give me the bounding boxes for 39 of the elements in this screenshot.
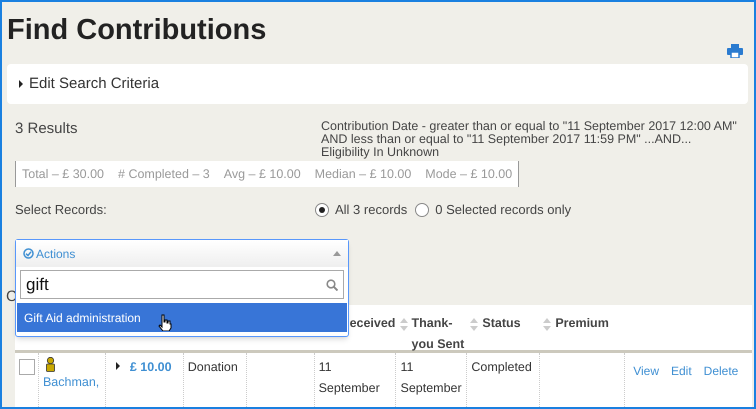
search-field[interactable]: gift	[20, 270, 344, 299]
actions-dropdown[interactable]: Actions	[16, 240, 348, 267]
select-records-label: Select Records:	[15, 201, 108, 220]
summary-stat: Mode – £ 10.00	[425, 166, 512, 183]
caret-icon	[19, 80, 23, 88]
table-cell: Donation	[188, 360, 238, 374]
radio-label: All 3 records	[335, 201, 408, 220]
caret-up-icon	[333, 251, 341, 256]
results-count: 3 Results	[15, 119, 78, 139]
radio-button[interactable]	[315, 203, 329, 217]
table-cell-text: 11 September	[400, 359, 460, 397]
column-header[interactable]: Status	[482, 313, 521, 334]
page-title: Find Contributions	[7, 13, 266, 48]
summary-stat: Avg – £ 10.00	[224, 166, 301, 183]
search-icon	[326, 278, 338, 290]
contact-link[interactable]: Bachman,	[42, 372, 105, 393]
radio-label: 0 Selected records only	[435, 201, 572, 220]
search-criteria-toggle[interactable]: Edit Search Criteria	[7, 64, 748, 104]
row-checkbox[interactable]	[19, 359, 35, 375]
amount-link[interactable]: £ 10.00	[130, 357, 172, 378]
print-icon[interactable]	[727, 44, 743, 58]
column-header: eceived	[350, 315, 396, 332]
table-cell-text: 11 September	[318, 359, 379, 397]
row-action-link[interactable]: View	[633, 361, 659, 382]
row-action-link[interactable]: Delete	[704, 361, 738, 382]
dropdown-option[interactable]: Gift Aid administration	[17, 303, 347, 332]
row-action-link[interactable]: Edit	[670, 361, 692, 382]
summary-stat: Median – £ 10.00	[314, 166, 412, 183]
summary-stat: # Completed – 3	[118, 166, 210, 183]
column-header[interactable]: Thank-you Sent	[412, 313, 466, 355]
hand-cursor-icon	[158, 314, 172, 331]
radio-button[interactable]	[415, 203, 430, 217]
table-cell: Completed	[471, 360, 532, 374]
person-icon	[44, 357, 56, 372]
summary-stat: Total – £ 30.00	[22, 166, 104, 183]
check-circle-icon	[23, 248, 34, 259]
search-criteria-summary: Contribution Date - greater than or equal to "11 September 2017 12:00 AM" AND less than or equal to "11 September 2017 11:59 PM" ...AND... Eligibility In Unknown	[321, 120, 738, 159]
caret-icon[interactable]	[116, 362, 120, 370]
column-header[interactable]: Premium	[555, 313, 609, 334]
